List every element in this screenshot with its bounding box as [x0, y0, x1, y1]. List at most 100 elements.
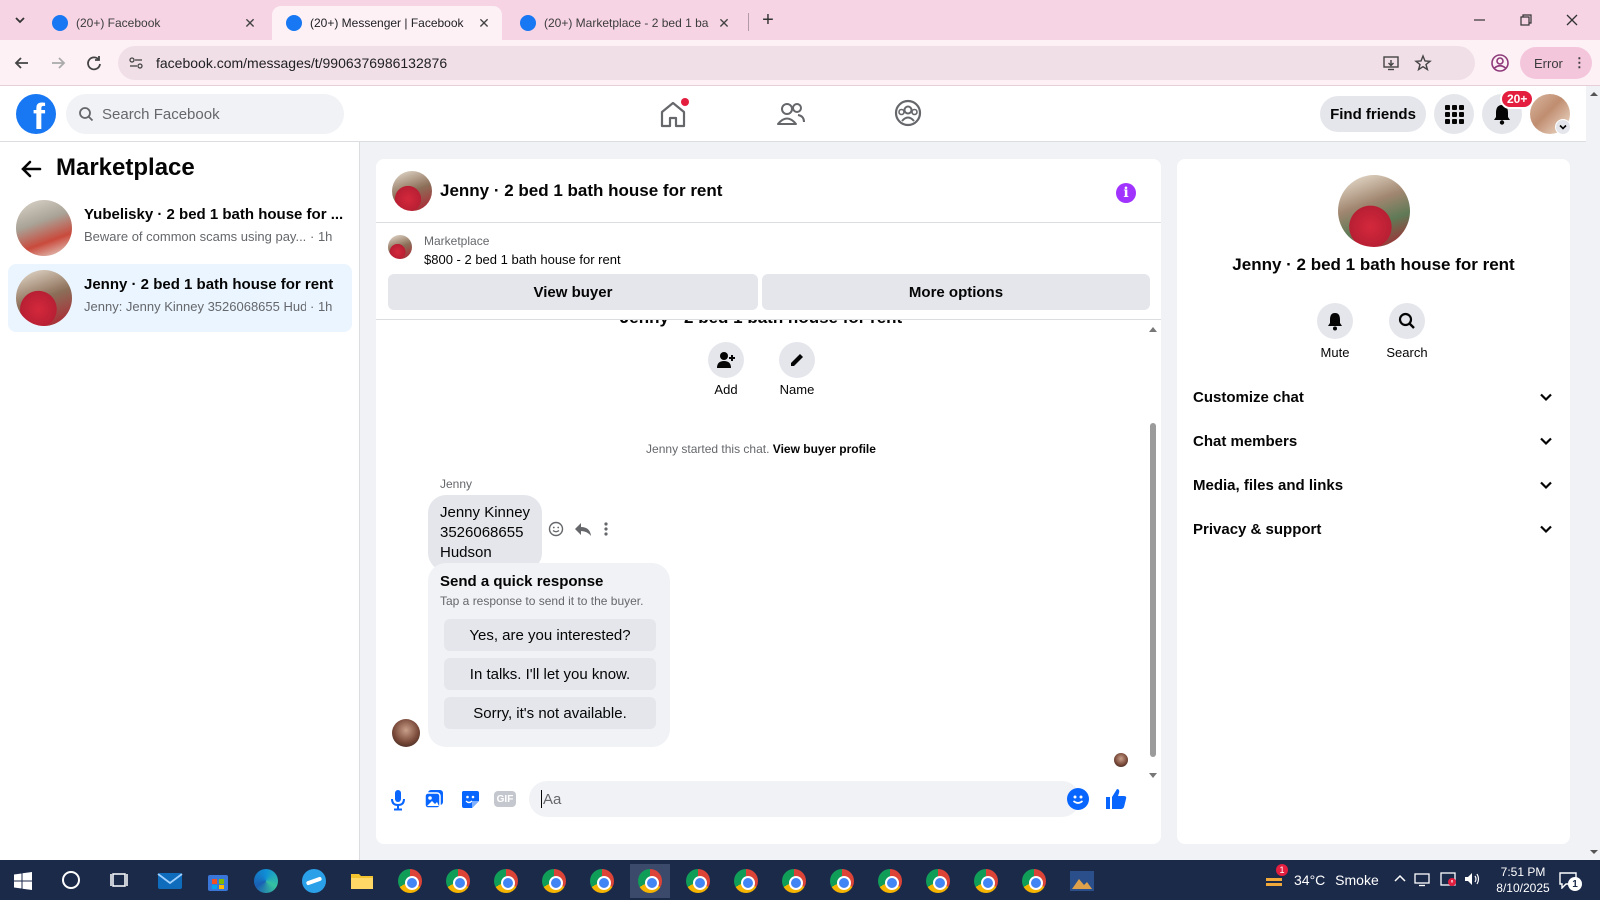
install-app-icon[interactable] [1382, 54, 1400, 72]
thread-scrollbar[interactable] [1147, 320, 1159, 785]
task-view-icon[interactable] [110, 871, 128, 889]
chrome-app-icon[interactable] [726, 864, 766, 898]
browser-menu-dots-icon[interactable]: ⋮ [1573, 55, 1586, 71]
search-in-conversation-button[interactable] [1389, 303, 1425, 339]
name-chat-button[interactable] [779, 342, 815, 378]
close-tab-icon[interactable]: ✕ [242, 15, 258, 32]
chrome-app-icon[interactable] [582, 864, 622, 898]
browser-tab-messenger[interactable]: (20+) Messenger | Facebook ✕ [272, 6, 502, 40]
message-bubble[interactable]: Jenny Kinney 3526068655 Hudson [428, 495, 543, 571]
quick-response-option[interactable]: Yes, are you interested? [444, 619, 656, 651]
scroll-down-icon[interactable] [1588, 846, 1600, 858]
browser-tab-facebook[interactable]: (20+) Facebook ✕ [38, 6, 268, 40]
back-arrow-icon[interactable] [12, 53, 32, 73]
more-actions-dots-icon[interactable] [603, 521, 609, 537]
chrome-app-icon[interactable] [774, 864, 814, 898]
quick-response-option[interactable]: Sorry, it's not available. [444, 697, 656, 729]
chrome-app-icon[interactable] [822, 864, 862, 898]
reload-icon[interactable] [84, 53, 104, 73]
chat-title[interactable]: Jenny · 2 bed 1 bath house for rent [440, 181, 722, 201]
section-customize-chat[interactable]: Customize chat [1193, 377, 1553, 417]
messaging-app-icon[interactable] [294, 864, 334, 898]
react-smiley-icon[interactable] [548, 521, 564, 537]
mail-app-icon[interactable] [150, 864, 190, 898]
chrome-app-icon[interactable] [390, 864, 430, 898]
groups-nav-icon[interactable] [894, 99, 922, 127]
close-tab-icon[interactable]: ✕ [716, 15, 732, 32]
new-tab-plus-icon[interactable]: + [756, 8, 780, 32]
tray-overflow-chevron-icon[interactable] [1394, 872, 1406, 884]
photo-gallery-icon[interactable] [424, 789, 444, 809]
chrome-app-icon[interactable] [486, 864, 526, 898]
site-settings-icon[interactable] [128, 55, 144, 71]
facebook-logo-icon[interactable]: f [16, 94, 56, 134]
scroll-up-icon[interactable] [1588, 88, 1600, 100]
battery-warning-icon[interactable] [1440, 871, 1458, 887]
bookmark-star-icon[interactable] [1414, 54, 1432, 72]
find-friends-button[interactable]: Find friends [1320, 96, 1426, 132]
back-arrow-icon[interactable] [20, 159, 42, 179]
conversation-item-selected[interactable]: Jenny · 2 bed 1 bath house for rent Jenn… [8, 264, 352, 332]
emoji-picker-icon[interactable] [1067, 788, 1089, 810]
microphone-icon[interactable] [390, 789, 406, 811]
action-center-icon[interactable]: 1 [1558, 871, 1582, 891]
browser-tab-marketplace[interactable]: (20+) Marketplace - 2 bed 1 ba ✕ [506, 6, 742, 40]
section-chat-members[interactable]: Chat members [1193, 421, 1553, 461]
details-avatar[interactable] [1338, 175, 1410, 247]
browser-profile-icon[interactable] [1490, 53, 1510, 73]
windows-start-icon[interactable] [14, 872, 32, 890]
account-menu-chevron-icon[interactable] [1555, 119, 1571, 135]
chrome-app-icon[interactable] [534, 864, 574, 898]
conversation-item[interactable]: Yubelisky · 2 bed 1 bath house for ... B… [8, 196, 352, 264]
volume-icon[interactable] [1464, 871, 1482, 887]
listing-thumbnail[interactable] [388, 235, 412, 259]
scroll-up-icon[interactable] [1147, 324, 1159, 334]
quick-response-option[interactable]: In talks. I'll let you know. [444, 658, 656, 690]
section-privacy-support[interactable]: Privacy & support [1193, 509, 1553, 549]
facebook-search-input[interactable]: Search Facebook [66, 94, 344, 134]
sender-avatar[interactable] [392, 719, 420, 747]
image-app-icon[interactable] [1062, 864, 1102, 898]
chrome-app-icon[interactable] [1014, 864, 1054, 898]
gif-icon[interactable]: GIF [494, 791, 516, 807]
message-input[interactable]: Aa [529, 781, 1089, 817]
friends-nav-icon[interactable] [776, 100, 806, 128]
scroll-thumb[interactable] [1150, 423, 1156, 757]
file-explorer-icon[interactable] [342, 864, 382, 898]
forward-arrow-icon[interactable] [48, 53, 68, 73]
weather-readout[interactable]: 34°C Smoke [1294, 872, 1379, 888]
address-bar[interactable]: facebook.com/messages/t/9906376986132876 [118, 46, 1475, 80]
chrome-app-icon[interactable] [870, 864, 910, 898]
network-icon[interactable] [1414, 871, 1432, 887]
add-people-button[interactable] [708, 342, 744, 378]
scroll-down-icon[interactable] [1147, 771, 1159, 781]
search-circle-icon[interactable] [62, 871, 80, 889]
view-buyer-button[interactable]: View buyer [388, 274, 758, 310]
sticker-icon[interactable] [460, 789, 480, 809]
tab-search-chevron-icon[interactable] [10, 10, 30, 30]
chrome-app-icon[interactable] [438, 864, 478, 898]
profile-error-button[interactable]: Error ⋮ [1520, 47, 1592, 79]
reply-arrow-icon[interactable] [574, 521, 592, 537]
close-tab-icon[interactable]: ✕ [476, 15, 492, 32]
page-scrollbar[interactable] [1588, 86, 1600, 860]
home-nav-icon[interactable] [656, 98, 690, 130]
chrome-app-icon-active[interactable] [630, 864, 670, 898]
edge-browser-icon[interactable] [246, 864, 286, 898]
mute-button[interactable] [1317, 303, 1353, 339]
more-options-button[interactable]: More options [762, 274, 1150, 310]
minimize-window-icon[interactable] [1470, 10, 1490, 30]
weather-icon[interactable]: 1 [1264, 864, 1288, 890]
close-window-icon[interactable] [1562, 10, 1582, 30]
view-buyer-profile-link[interactable]: View buyer profile [773, 442, 876, 456]
chrome-app-icon[interactable] [678, 864, 718, 898]
system-clock[interactable]: 7:51 PM 8/10/2025 [1488, 864, 1558, 896]
restore-window-icon[interactable] [1516, 10, 1536, 30]
menu-grid-button[interactable] [1434, 94, 1474, 134]
conversation-info-icon[interactable]: i [1116, 183, 1136, 203]
like-thumbs-up-icon[interactable] [1104, 787, 1128, 811]
chat-avatar[interactable] [392, 171, 432, 211]
listing-summary[interactable]: $800 - 2 bed 1 bath house for rent [424, 252, 621, 267]
chrome-app-icon[interactable] [918, 864, 958, 898]
section-media-files-links[interactable]: Media, files and links [1193, 465, 1553, 505]
